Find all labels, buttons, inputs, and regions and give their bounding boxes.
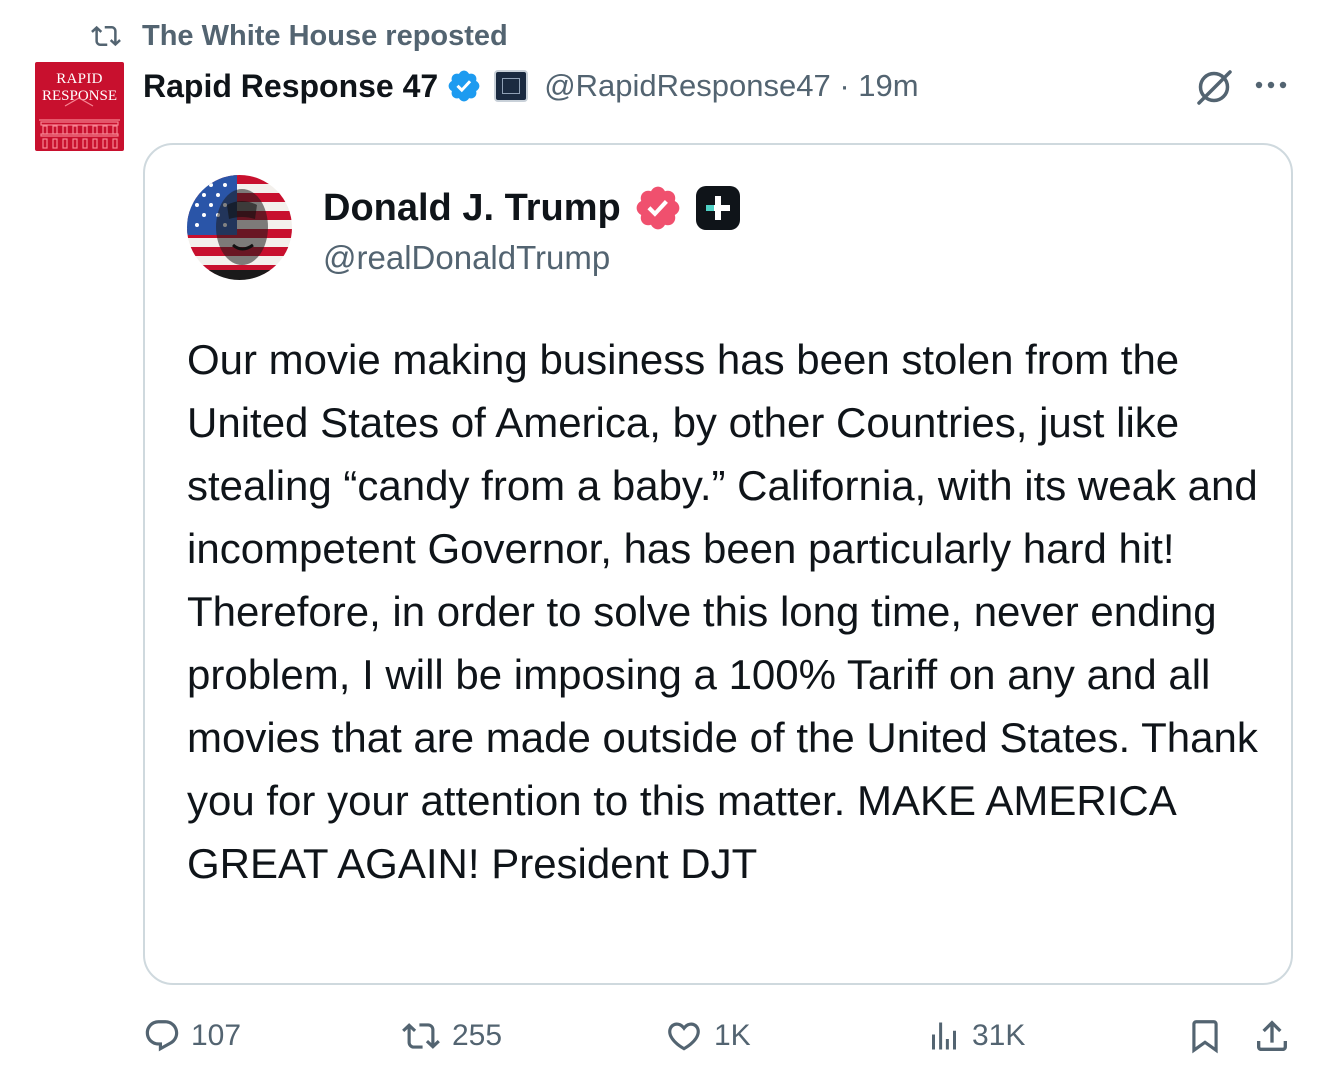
action-bar: 107 255 1K 31K [0,1010,1328,1062]
white-house-affiliation-icon[interactable] [494,70,529,102]
share-icon [1257,1020,1287,1051]
share-button[interactable] [1252,1010,1292,1062]
quoted-author-name[interactable]: Donald J. Trump [323,187,621,230]
quoted-post-text: Our movie making business has been stole… [187,336,1258,887]
repost-icon [402,1023,440,1049]
like-count: 1K [714,1019,751,1052]
author-handle-time[interactable]: @RapidResponse47 · 19m [544,68,918,104]
reply-button[interactable]: 107 [143,1010,241,1062]
views-count: 31K [972,1019,1026,1052]
repost-banner-text: The White House reposted [142,19,508,52]
reply-count: 107 [191,1019,242,1052]
reply-icon [145,1020,179,1052]
plus-badge-icon[interactable] [695,185,741,231]
pink-verified-badge-icon[interactable] [633,183,683,233]
post-header: Rapid Response 47 @RapidResponse47 · 19m [143,62,919,110]
views-icon [932,1022,956,1050]
white-house-graphic [39,97,120,149]
repost-button[interactable]: 255 [400,1010,502,1062]
bookmark-button[interactable] [1186,1010,1224,1062]
quoted-author-avatar[interactable] [187,175,292,280]
views-button[interactable]: 31K [926,1010,1025,1062]
quoted-author-handle[interactable]: @realDonaldTrump [323,239,610,277]
repost-icon [91,25,121,47]
verified-badge-icon[interactable] [446,68,482,104]
more-icon[interactable] [1252,70,1290,100]
quoted-author-row: Donald J. Trump [323,183,741,233]
like-icon [668,1022,700,1051]
repost-count: 255 [452,1019,503,1052]
repost-banner[interactable]: The White House reposted [88,18,508,54]
avatar[interactable]: RAPID RESPONSE [35,62,124,151]
quoted-post-card[interactable]: Donald J. Trump @realDonaldTrump Our mov… [143,143,1293,985]
author-name[interactable]: Rapid Response 47 [143,68,438,105]
bookmark-icon [1192,1020,1218,1054]
like-button[interactable]: 1K [664,1010,751,1062]
grok-icon[interactable] [1193,66,1235,108]
